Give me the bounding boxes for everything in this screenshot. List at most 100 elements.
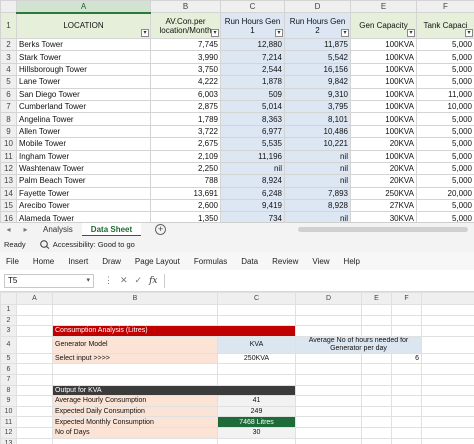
column-header-c[interactable]: C [217, 292, 296, 305]
cell[interactable] [421, 384, 474, 397]
avg-hourly-label[interactable]: Average Hourly Consumption [52, 395, 218, 407]
tab-analysis[interactable]: Analysis [34, 223, 82, 237]
row-header-1[interactable]: 1 [0, 12, 17, 39]
name-box[interactable]: T5 ▾ [4, 273, 94, 288]
filter-dropdown-icon[interactable]: ▾ [211, 29, 219, 37]
menu-help[interactable]: Help [344, 257, 360, 266]
table-cell[interactable]: 16,156 [284, 62, 351, 77]
cell[interactable] [391, 405, 422, 418]
table-cell[interactable]: 7,214 [220, 50, 285, 64]
insert-function-icon[interactable]: fx [149, 276, 157, 286]
column-header-a[interactable]: A [16, 0, 151, 14]
header-location[interactable]: LOCATION ▾ [16, 12, 151, 39]
days-value[interactable]: 30 [217, 426, 296, 439]
table-cell[interactable]: nil [284, 161, 351, 176]
table-cell[interactable]: 20KVA [350, 137, 417, 151]
confirm-icon[interactable]: ✓ [135, 275, 143, 286]
header-tank-capacity[interactable]: Tank Capaci ▾ [416, 12, 474, 39]
cell[interactable] [295, 426, 362, 439]
table-cell[interactable]: 10,486 [284, 124, 351, 139]
cell[interactable] [361, 373, 392, 386]
select-input-label[interactable]: Select input >>>> [52, 352, 218, 365]
row-header-3[interactable]: 3 [0, 325, 17, 337]
row-header[interactable]: 2 [0, 37, 17, 52]
cell[interactable] [421, 325, 474, 337]
cell[interactable] [421, 373, 474, 386]
table-cell[interactable]: 100KVA [350, 87, 417, 101]
cell[interactable] [421, 426, 474, 439]
table-cell[interactable]: Lane Tower [16, 75, 151, 89]
row-header[interactable]: 7 [0, 99, 17, 114]
cell[interactable] [391, 304, 422, 316]
formula-input[interactable] [163, 273, 470, 288]
header-gen-capacity[interactable]: Gen Capacity ▾ [350, 12, 417, 39]
cell[interactable] [391, 416, 422, 428]
table-cell[interactable]: 788 [150, 174, 221, 188]
table-cell[interactable]: 5,535 [220, 137, 285, 151]
cell[interactable] [217, 437, 296, 444]
table-cell[interactable]: Angelina Tower [16, 112, 151, 126]
cell[interactable] [295, 384, 362, 397]
kva-label[interactable]: KVA [217, 335, 296, 354]
row-header-13[interactable]: 13 [0, 437, 17, 444]
select-all-corner[interactable] [0, 292, 17, 305]
column-header-e[interactable]: E [350, 0, 417, 13]
column-header-c[interactable]: C [220, 0, 285, 13]
chevron-down-icon[interactable]: ▾ [86, 275, 90, 287]
cell[interactable] [217, 314, 296, 327]
row-header-9[interactable]: 9 [0, 395, 17, 407]
table-cell[interactable]: 5,000 [416, 149, 474, 163]
table-cell[interactable]: San Diego Tower [16, 87, 151, 101]
horizontal-scrollbar[interactable] [298, 227, 468, 232]
cell[interactable] [16, 335, 53, 354]
cell[interactable] [295, 395, 362, 407]
cell[interactable] [421, 437, 474, 444]
cell[interactable] [421, 363, 474, 375]
table-cell[interactable]: 1,789 [150, 112, 221, 126]
column-header-f[interactable]: F [416, 0, 474, 13]
table-cell[interactable]: 5,000 [416, 50, 474, 64]
column-header-b[interactable]: B [150, 0, 221, 13]
row-header[interactable]: 4 [0, 62, 17, 77]
table-cell[interactable]: 100KVA [350, 124, 417, 139]
column-header-e[interactable]: E [361, 292, 392, 305]
cell[interactable] [16, 405, 53, 418]
table-cell[interactable]: Berks Tower [16, 37, 151, 52]
column-header-f[interactable]: F [391, 292, 422, 305]
table-cell[interactable]: 100KVA [350, 75, 417, 89]
header-av-con[interactable]: AV.Con.per location/Month ▾ [150, 12, 221, 39]
menu-file[interactable]: File [6, 257, 19, 266]
cell[interactable] [16, 352, 53, 365]
cell[interactable] [16, 325, 53, 337]
cell[interactable] [52, 314, 218, 327]
table-cell[interactable]: 5,000 [416, 161, 474, 176]
cell[interactable] [391, 395, 422, 407]
row-header-6[interactable]: 6 [0, 363, 17, 375]
table-cell[interactable]: 8,363 [220, 112, 285, 126]
table-cell[interactable]: 20,000 [416, 186, 474, 201]
table-cell[interactable]: 100KVA [350, 50, 417, 64]
row-header[interactable]: 8 [0, 112, 17, 126]
table-cell[interactable]: nil [284, 149, 351, 163]
table-cell[interactable]: 11,000 [416, 87, 474, 101]
table-cell[interactable]: 250KVA [350, 186, 417, 201]
selected-kva-cell[interactable]: 250KVA [217, 352, 296, 365]
table-cell[interactable]: 27KVA [350, 199, 417, 213]
cell[interactable] [217, 363, 296, 375]
cell[interactable] [391, 437, 422, 444]
table-cell[interactable]: 3,795 [284, 99, 351, 114]
cell[interactable] [52, 363, 218, 375]
cell[interactable] [16, 426, 53, 439]
cell[interactable] [361, 416, 392, 428]
table-cell[interactable]: 8,101 [284, 112, 351, 126]
cell[interactable] [421, 314, 474, 327]
generator-model-label[interactable]: Generator Model [52, 335, 218, 354]
table-cell[interactable]: 3,750 [150, 62, 221, 77]
menu-data[interactable]: Data [241, 257, 258, 266]
cell[interactable] [295, 325, 362, 337]
filter-dropdown-icon[interactable]: ▾ [407, 29, 415, 37]
cell[interactable] [16, 363, 53, 375]
table-cell[interactable]: 2,250 [150, 161, 221, 176]
table-cell[interactable]: 20KVA [350, 161, 417, 176]
row-header[interactable]: 10 [0, 137, 17, 151]
